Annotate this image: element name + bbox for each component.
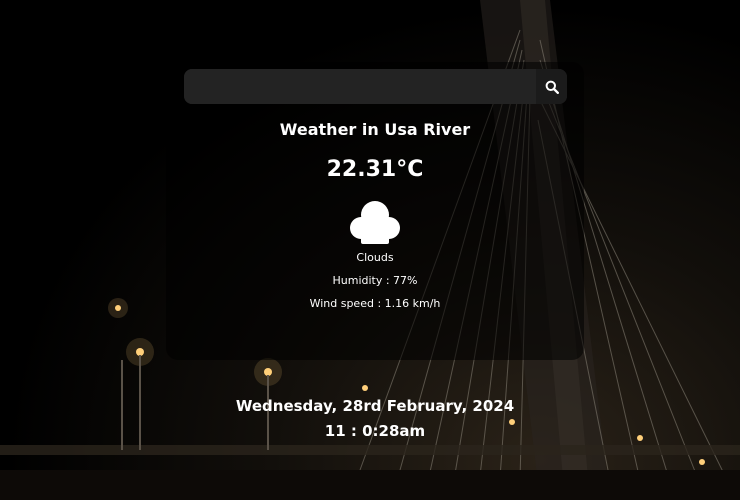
search-button[interactable] bbox=[536, 69, 567, 104]
search-icon bbox=[545, 80, 559, 94]
current-date: Wednesday, 28rd February, 2024 bbox=[235, 397, 515, 415]
search-bar bbox=[184, 69, 567, 104]
weather-location-title: Weather in Usa River bbox=[279, 120, 471, 139]
temperature-value: 22.31°C bbox=[326, 157, 424, 182]
weather-condition: Clouds bbox=[356, 251, 394, 264]
current-time: 11 : 0:28am bbox=[324, 422, 426, 440]
search-input[interactable] bbox=[184, 69, 536, 104]
wind-speed-text: Wind speed : 1.16 km/h bbox=[309, 297, 441, 310]
cloud-icon bbox=[350, 201, 400, 244]
humidity-text: Humidity : 77% bbox=[332, 274, 418, 287]
